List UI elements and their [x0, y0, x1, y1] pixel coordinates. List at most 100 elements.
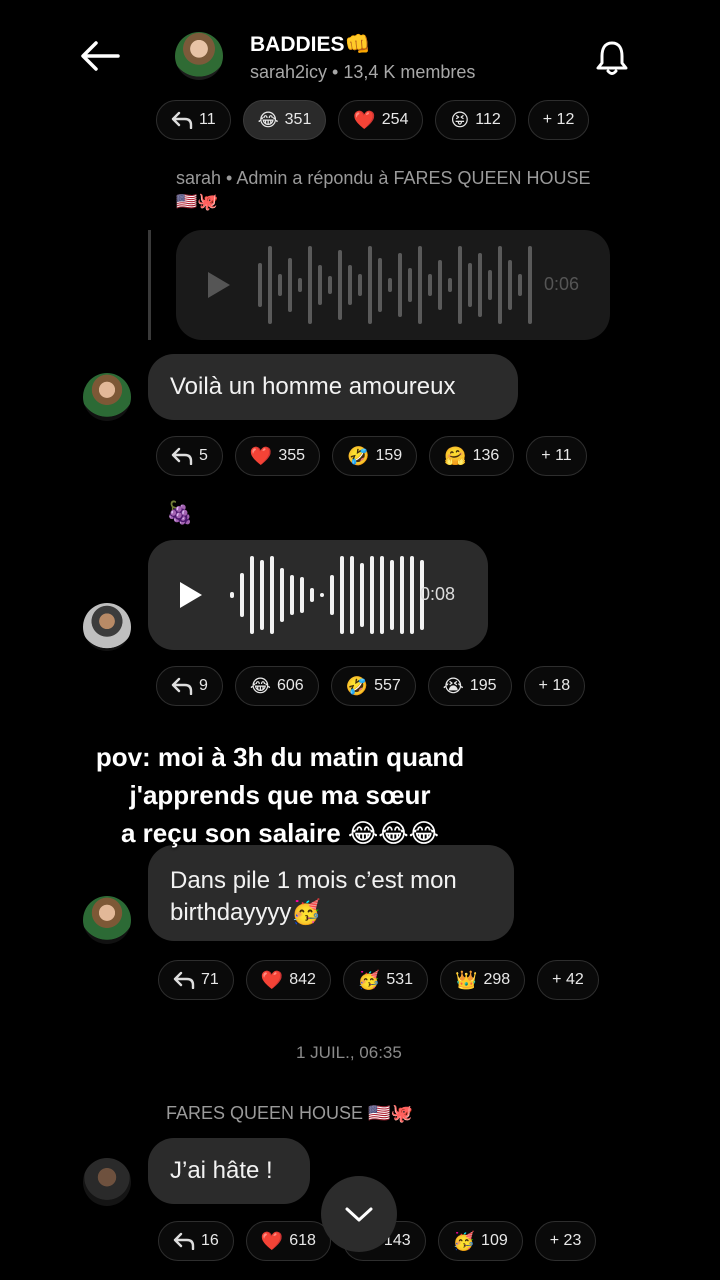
reply-count-button[interactable]: 16 [158, 1221, 234, 1261]
reaction-count: + 18 [538, 677, 571, 694]
reaction-crown[interactable]: 👑 298 [440, 960, 526, 1000]
waveform-bar [320, 593, 324, 597]
reaction-count: 159 [375, 447, 403, 464]
avatar[interactable] [83, 373, 131, 421]
waveform-bar [438, 260, 442, 310]
reply-icon [171, 447, 193, 465]
reaction-heart[interactable]: ❤️ 842 [245, 960, 331, 1000]
reaction-count: 136 [472, 447, 500, 464]
play-icon[interactable] [208, 272, 230, 298]
waveform-bar [370, 556, 374, 634]
caption-line: a reçu son salaire 😂😂😂 [120, 818, 440, 848]
reaction-count: + 12 [542, 111, 575, 128]
avatar[interactable] [83, 896, 131, 944]
more-reactions-button[interactable]: + 11 [526, 436, 587, 476]
voice-message[interactable]: 0:08 [148, 540, 488, 650]
play-icon[interactable] [180, 582, 202, 608]
reaction-count: 112 [475, 111, 501, 128]
reaction-row: 5 ❤️ 355 🤣 159 🤗 136 + 11 [156, 436, 587, 476]
message-bubble[interactable]: Dans pile 1 mois c’est mon birthdayyyy🥳 [148, 845, 514, 941]
reaction-count: 531 [386, 971, 414, 988]
waveform-bar [380, 556, 384, 634]
date-separator: 1 JUIL., 06:35 [296, 1043, 402, 1062]
rofl-emoji: 🤣 [347, 446, 370, 466]
reaction-laugh[interactable]: 😂 351 [242, 100, 327, 140]
more-reactions-button[interactable]: + 42 [537, 960, 599, 1000]
rofl-emoji: 🤣 [345, 676, 369, 696]
waveform-bar [508, 260, 512, 310]
voice-waveform [258, 244, 532, 326]
waveform-bar [300, 577, 304, 613]
reaction-count: + 23 [549, 1232, 582, 1249]
reaction-rofl[interactable]: 🤣 557 [330, 666, 416, 706]
reaction-count: 351 [284, 111, 312, 128]
channel-title[interactable]: BADDIES👊 [250, 33, 371, 57]
reaction-cry[interactable]: 😭 195 [427, 666, 512, 706]
reaction-count: 355 [278, 447, 306, 464]
reaction-party[interactable]: 🥳 109 [437, 1221, 523, 1261]
waveform-bar [358, 274, 362, 296]
more-reactions-button[interactable]: + 12 [527, 100, 590, 140]
waveform-bar [390, 560, 394, 630]
waveform-bar [310, 588, 314, 602]
avatar[interactable] [83, 603, 131, 651]
reply-quote-bar [148, 230, 151, 340]
reaction-row: 9 😂 606 🤣 557 😭 195 + 18 [156, 666, 586, 706]
reaction-party[interactable]: 🥳 531 [342, 960, 429, 1000]
reply-count-button[interactable]: 11 [156, 100, 231, 140]
reply-count-button[interactable]: 71 [158, 960, 234, 1000]
reply-count-button[interactable]: 5 [156, 436, 223, 476]
waveform-bar [258, 263, 262, 307]
reaction-hug[interactable]: 🤗 136 [429, 436, 515, 476]
reaction-heart[interactable]: ❤️ 355 [234, 436, 321, 476]
reaction-rofl[interactable]: 🤣 159 [332, 436, 418, 476]
voice-duration: 0:08 [420, 584, 456, 604]
channel-avatar[interactable] [175, 32, 223, 80]
reaction-heart[interactable]: ❤️ 254 [338, 100, 424, 140]
waveform-bar [350, 556, 354, 634]
waveform-bar [468, 263, 472, 307]
reaction-count: 618 [289, 1232, 316, 1249]
waveform-bar [498, 246, 502, 324]
video-caption: pov: moi à 3h du matin quand j'apprends … [0, 738, 560, 852]
heart-emoji: ❤️ [249, 446, 273, 466]
reaction-heart[interactable]: ❤️ 618 [245, 1221, 331, 1261]
waveform-bar [378, 258, 382, 312]
quoted-voice-message[interactable]: 0:06 [176, 230, 610, 340]
reaction-count: 195 [469, 677, 497, 694]
waveform-bar [280, 568, 284, 622]
reply-flags: 🇺🇸🐙 [176, 192, 219, 211]
waveform-bar [298, 278, 302, 292]
waveform-bar [340, 556, 344, 634]
waveform-bar [410, 556, 414, 634]
waveform-bar [338, 250, 342, 320]
message-bubble[interactable]: Voilà un homme amoureux [148, 354, 518, 420]
voice-duration: 0:06 [544, 274, 580, 294]
avatar[interactable] [83, 1158, 131, 1206]
reaction-laugh[interactable]: 😂 606 [234, 666, 319, 706]
more-reactions-button[interactable]: + 18 [523, 666, 586, 706]
reaction-count: 298 [483, 971, 511, 988]
waveform-bar [458, 246, 462, 324]
waveform-bar [368, 246, 372, 324]
more-reactions-button[interactable]: + 23 [534, 1221, 597, 1261]
reaction-count: 5 [199, 447, 208, 464]
scroll-to-bottom-button[interactable] [321, 1176, 397, 1252]
reaction-count: 16 [201, 1232, 219, 1249]
waveform-bar [290, 575, 294, 615]
waveform-bar [418, 246, 422, 324]
waveform-bar [260, 560, 264, 630]
reply-count-button[interactable]: 9 [156, 666, 223, 706]
reaction-count: 842 [289, 971, 316, 988]
waveform-bar [330, 575, 334, 615]
cry-emoji: 😭 [442, 676, 464, 696]
bell-icon[interactable] [592, 38, 632, 78]
message-bubble[interactable]: J’ai hâte ! [148, 1138, 310, 1204]
message-text: Voilà un homme amoureux [170, 373, 456, 400]
back-arrow-icon[interactable] [78, 38, 122, 74]
waveform-bar [398, 253, 402, 317]
caption-line: j'apprends que ma sœur [129, 780, 431, 810]
reaction-tongue[interactable]: 😝 112 [435, 100, 516, 140]
waveform-bar [318, 265, 322, 305]
tongue-emoji: 😝 [450, 110, 470, 130]
